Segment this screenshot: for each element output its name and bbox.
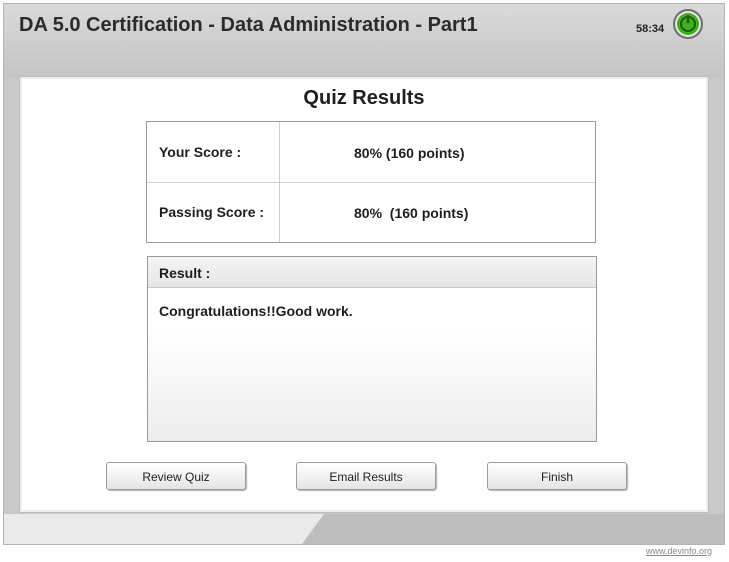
email-results-button[interactable]: Email Results	[296, 462, 436, 490]
quiz-results-panel: Quiz Results Your Score : 80% (160 point…	[20, 77, 708, 512]
result-message: Congratulations!!Good work.	[159, 303, 353, 319]
footer-strip	[4, 514, 724, 544]
result-box: Result : Congratulations!!Good work.	[147, 256, 597, 442]
timer-readout: 58:34	[636, 23, 665, 35]
your-score-label: Your Score :	[159, 144, 242, 160]
finish-button[interactable]: Finish	[487, 462, 627, 490]
review-quiz-button[interactable]: Review Quiz	[106, 462, 246, 490]
course-title: DA 5.0 Certification - Data Administrati…	[19, 14, 478, 36]
page-title: Quiz Results	[303, 87, 425, 109]
result-header: Result :	[148, 257, 596, 288]
power-clock-icon[interactable]	[672, 8, 704, 40]
passing-score-label: Passing Score :	[159, 204, 265, 220]
footer-dark-band	[302, 514, 724, 544]
your-score-value: 80% (160 points)	[354, 145, 465, 161]
table-row-passing-score: Passing Score : 80% (160 points)	[147, 182, 595, 242]
header-bar: DA 5.0 Certification - Data Administrati…	[4, 4, 724, 78]
passing-score-value: 80% (160 points)	[354, 205, 469, 221]
result-label: Result :	[159, 265, 211, 281]
site-link[interactable]: www.devinfo.org	[646, 546, 712, 556]
app-frame: DA 5.0 Certification - Data Administrati…	[3, 3, 725, 545]
score-table: Your Score : 80% (160 points) Passing Sc…	[146, 121, 596, 243]
table-row-your-score: Your Score : 80% (160 points)	[147, 122, 595, 183]
